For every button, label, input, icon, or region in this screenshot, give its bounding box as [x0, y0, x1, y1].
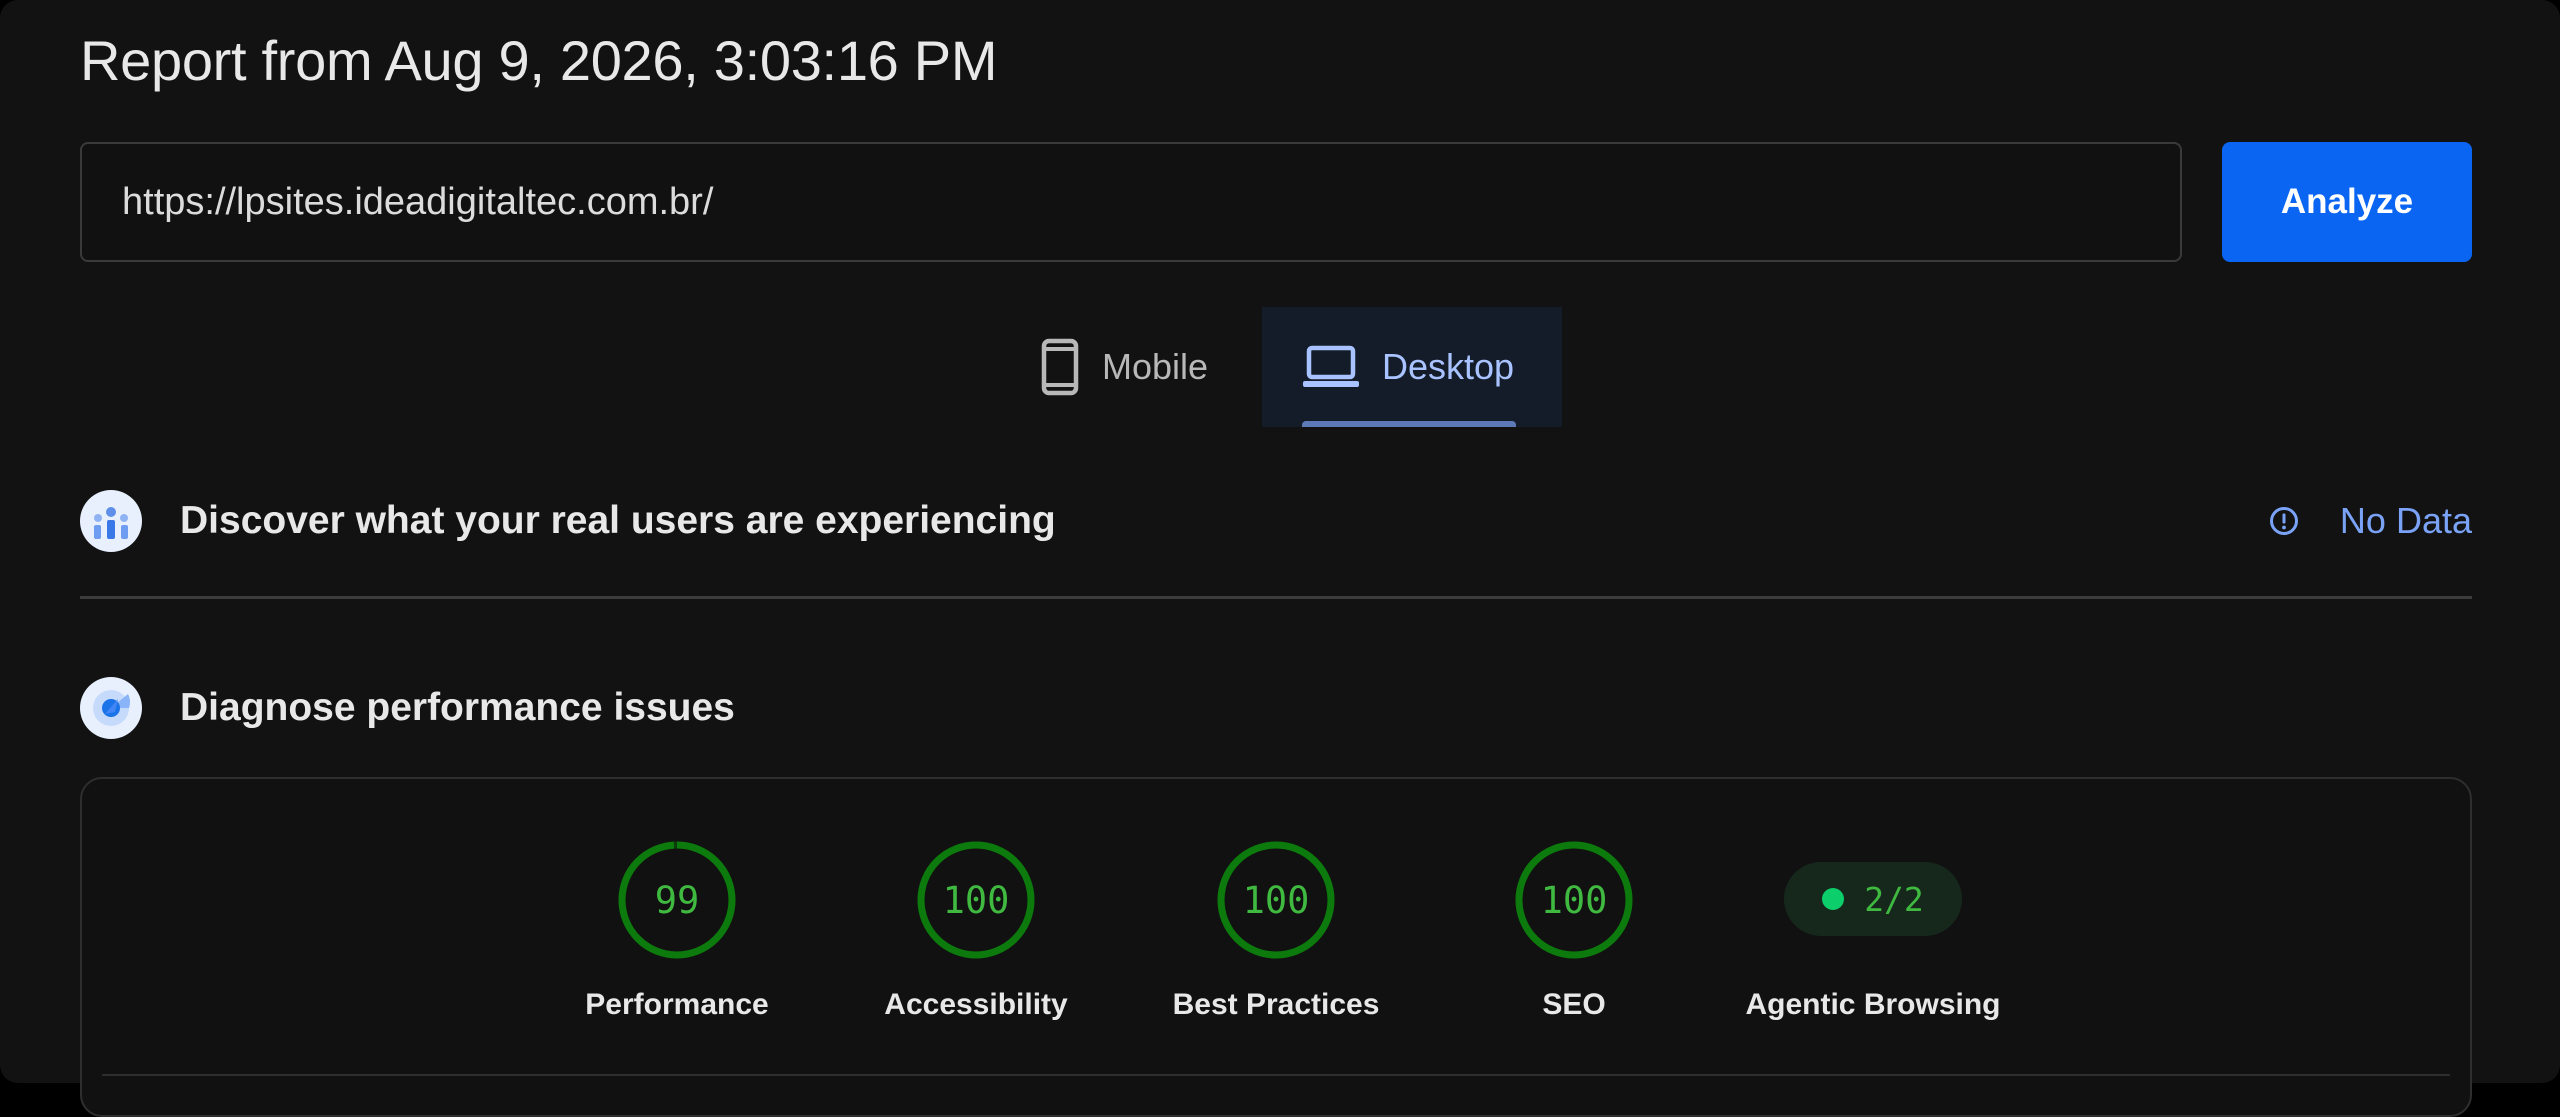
gauge-performance-value: 99	[654, 878, 700, 922]
gauge-accessibility-label: Accessibility	[884, 988, 1068, 1021]
gauge-performance-label: Performance	[585, 988, 769, 1021]
tab-mobile-label: Mobile	[1102, 346, 1209, 387]
gauge-best-practices[interactable]: 100	[1214, 838, 1338, 962]
url-input[interactable]	[120, 179, 2180, 225]
pass-dot-icon	[1822, 888, 1845, 910]
tab-desktop-label: Desktop	[1382, 346, 1515, 387]
lab-data-header: Diagnose performance issues	[80, 677, 2472, 739]
section-divider	[80, 596, 2472, 599]
gauge-seo-value: 100	[1540, 878, 1608, 922]
gauge-performance[interactable]: 99	[615, 838, 739, 962]
url-field[interactable]	[80, 142, 2182, 262]
tab-desktop[interactable]: Desktop	[1262, 307, 1562, 427]
agentic-browsing-badge[interactable]: 2/2	[1784, 862, 1962, 936]
no-data-label: No Data	[2339, 500, 2472, 541]
users-chart-icon	[80, 490, 142, 552]
gauge-accessibility[interactable]: 100	[914, 838, 1038, 962]
laptop-icon	[1302, 345, 1360, 389]
report-page: Report from Aug 9, 2026, 3:03:16 PM Anal…	[0, 0, 2560, 1117]
field-data-header: Discover what your real users are experi…	[80, 490, 2472, 552]
lighthouse-icon	[80, 677, 142, 739]
no-data-link[interactable]: No Data	[2268, 500, 2472, 542]
gauge-best-practices-value: 100	[1242, 878, 1310, 922]
gauge-accessibility-value: 100	[942, 878, 1010, 922]
gauge-seo[interactable]: 100	[1512, 838, 1636, 962]
agentic-browsing-value: 2/2	[1864, 879, 1924, 919]
tab-selected-indicator	[1302, 421, 1516, 427]
gauge-seo-label: SEO	[1542, 988, 1606, 1021]
gauge-best-practices-label: Best Practices	[1172, 988, 1380, 1021]
agentic-browsing-label: Agentic Browsing	[1745, 988, 2001, 1021]
info-icon	[2268, 505, 2300, 537]
card-divider	[102, 1074, 2450, 1076]
field-data-title: Discover what your real users are experi…	[180, 499, 1056, 542]
report-title: Report from Aug 9, 2026, 3:03:16 PM	[80, 29, 998, 92]
lab-data-title: Diagnose performance issues	[180, 686, 735, 729]
phone-icon	[1040, 338, 1080, 396]
analyze-button[interactable]: Analyze	[2222, 142, 2472, 262]
tab-mobile[interactable]: Mobile	[1030, 307, 1262, 427]
